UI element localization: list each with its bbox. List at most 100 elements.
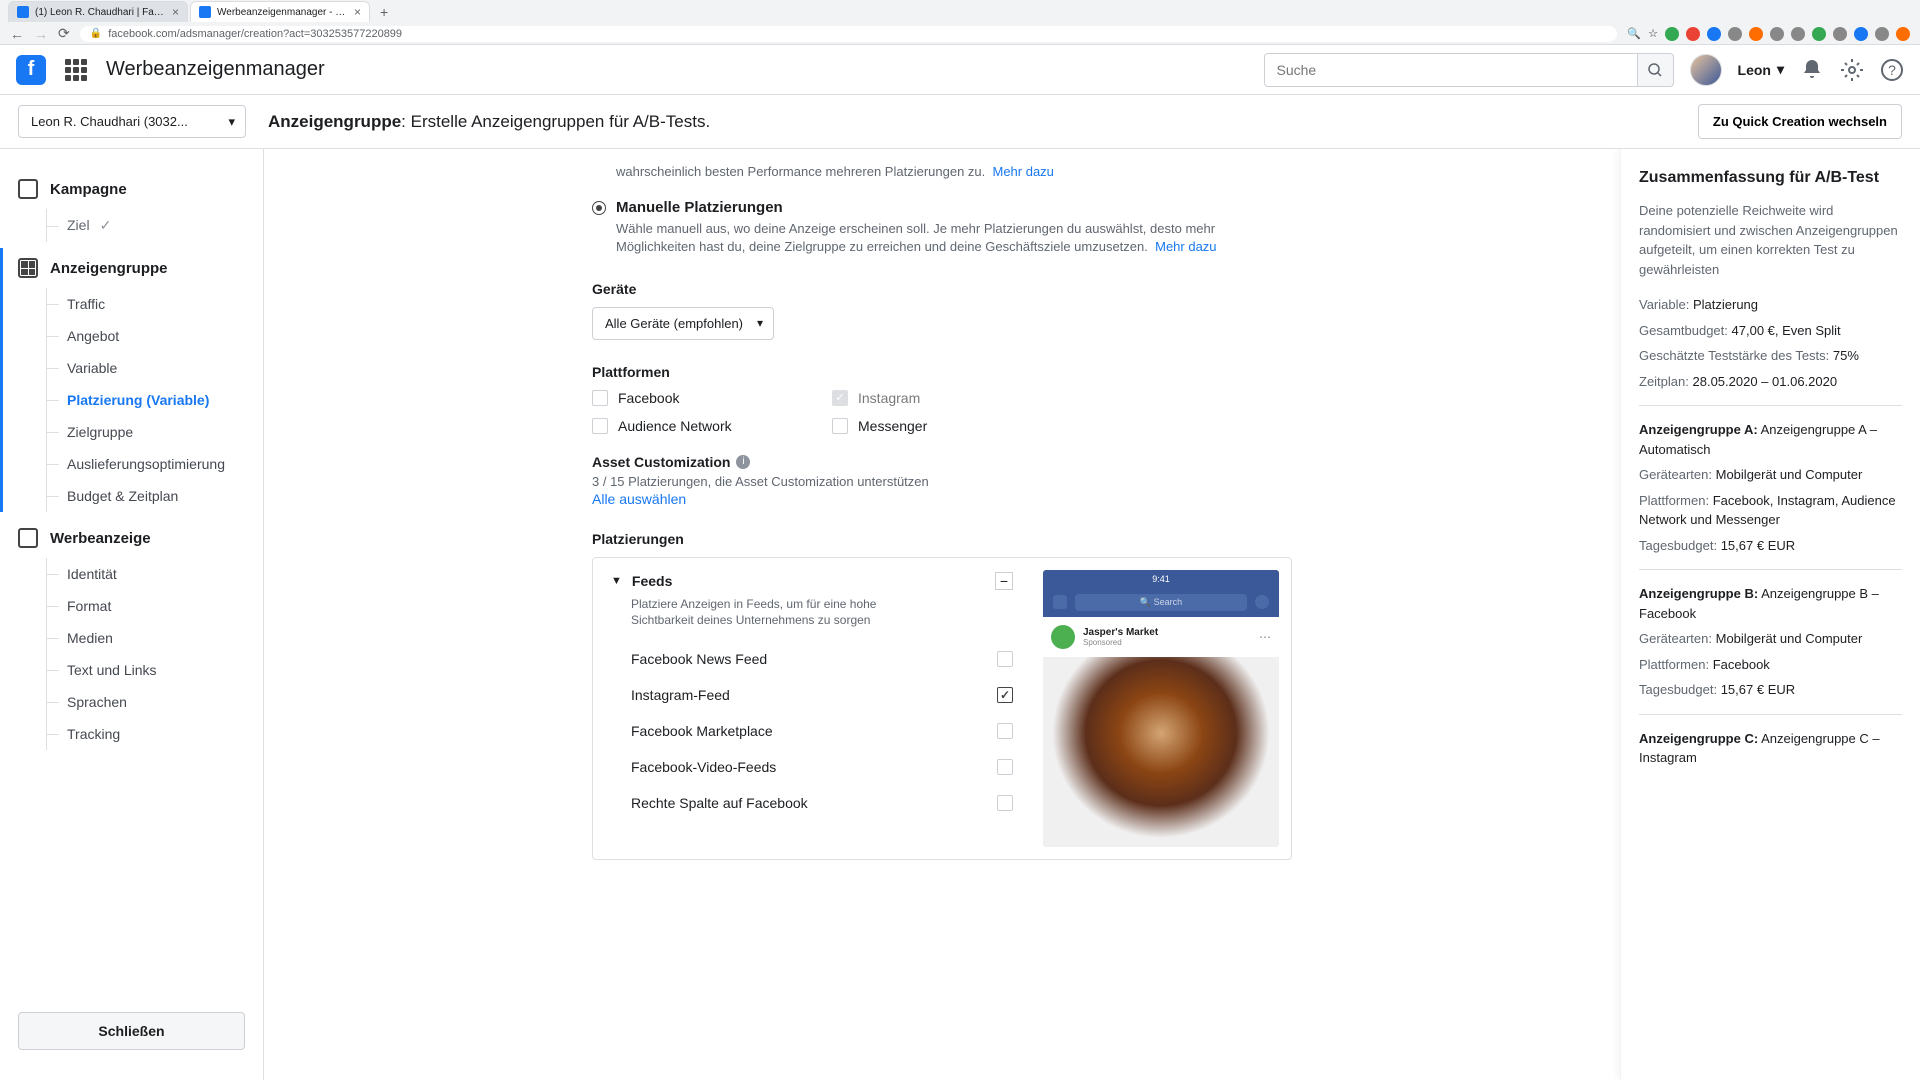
nav-label: Kampagne xyxy=(50,181,127,198)
nav-adset[interactable]: Anzeigengruppe xyxy=(18,248,245,288)
browser-chrome: (1) Leon R. Chaudhari | Facebo… × Werbea… xyxy=(0,0,1920,45)
extension-icon[interactable] xyxy=(1728,27,1742,41)
extension-icon[interactable] xyxy=(1707,27,1721,41)
feed-item-fb-news[interactable]: Facebook News Feed xyxy=(611,641,1013,677)
checkbox-icon xyxy=(592,390,608,406)
browser-tab[interactable]: (1) Leon R. Chaudhari | Facebo… × xyxy=(8,1,188,22)
nav-item-sprachen[interactable]: Sprachen xyxy=(47,686,245,718)
account-selector[interactable]: Leon R. Chaudhari (3032... xyxy=(18,105,246,138)
group-a-devices: Mobilgerät und Computer xyxy=(1716,467,1863,482)
devices-select[interactable]: Alle Geräte (empfohlen) xyxy=(592,307,774,340)
nav-item-variable[interactable]: Variable xyxy=(47,352,245,384)
user-menu[interactable]: Leon ▾ xyxy=(1738,61,1784,78)
extension-icon[interactable] xyxy=(1770,27,1784,41)
mehr-dazu-link[interactable]: Mehr dazu xyxy=(1155,239,1216,254)
extension-icon[interactable] xyxy=(1749,27,1763,41)
messenger-icon xyxy=(1255,595,1269,609)
nav-item-angebot[interactable]: Angebot xyxy=(47,320,245,352)
platform-audience-network[interactable]: Audience Network xyxy=(592,418,812,434)
nav-item-tracking[interactable]: Tracking xyxy=(47,718,245,750)
group-a-daily-label: Tagesbudget: xyxy=(1639,538,1717,553)
close-icon[interactable]: × xyxy=(172,5,179,19)
platform-label: Audience Network xyxy=(618,418,732,434)
facebook-logo-icon[interactable]: f xyxy=(16,55,46,85)
platform-instagram[interactable]: Instagram xyxy=(832,390,1052,406)
chevron-down-icon[interactable]: ▼ xyxy=(611,575,622,587)
divider xyxy=(1639,714,1902,715)
new-tab-button[interactable]: + xyxy=(372,2,396,22)
app-header: f Werbeanzeigenmanager Leon ▾ ? xyxy=(0,45,1920,95)
ad-preview: 9:41 🔍 Search Jasper's Market Spon xyxy=(1031,558,1291,859)
feed-item-right-column[interactable]: Rechte Spalte auf Facebook xyxy=(611,785,1013,821)
platform-facebook[interactable]: Facebook xyxy=(592,390,812,406)
nav-item-identitat[interactable]: Identität xyxy=(47,558,245,590)
search-button[interactable] xyxy=(1638,53,1674,87)
select-all-link[interactable]: Alle auswählen xyxy=(592,491,1292,507)
avatar[interactable] xyxy=(1690,54,1722,86)
nav-item-ziel[interactable]: Ziel xyxy=(47,209,245,242)
ad-image-preview xyxy=(1043,657,1279,847)
minus-icon[interactable]: − xyxy=(995,572,1013,590)
quick-creation-button[interactable]: Zu Quick Creation wechseln xyxy=(1698,104,1902,139)
nav-campaign[interactable]: Kampagne xyxy=(18,169,245,209)
feeds-title: Feeds xyxy=(632,573,672,589)
extension-icon[interactable] xyxy=(1875,27,1889,41)
platform-label: Facebook xyxy=(618,390,679,406)
mehr-dazu-link[interactable]: Mehr dazu xyxy=(992,164,1053,179)
nav-ad[interactable]: Werbeanzeige xyxy=(18,518,245,558)
svg-text:?: ? xyxy=(1888,62,1896,78)
main-content: wahrscheinlich besten Performance mehrer… xyxy=(264,149,1620,1080)
feed-item-video-feeds[interactable]: Facebook-Video-Feeds xyxy=(611,749,1013,785)
info-icon[interactable]: i xyxy=(736,455,750,469)
summary-testpower-value: 75% xyxy=(1833,348,1859,363)
help-icon[interactable]: ? xyxy=(1880,58,1904,82)
extension-icon[interactable] xyxy=(1896,27,1910,41)
summary-schedule-value: 28.05.2020 – 01.06.2020 xyxy=(1693,374,1838,389)
close-icon[interactable]: × xyxy=(354,5,361,19)
back-icon[interactable]: ← xyxy=(10,26,24,42)
extension-icon[interactable] xyxy=(1833,27,1847,41)
nav-item-text[interactable]: Text und Links xyxy=(47,654,245,686)
close-button[interactable]: Schließen xyxy=(18,1012,245,1050)
asset-customization-label: Asset Customization xyxy=(592,454,730,470)
extension-icon[interactable] xyxy=(1791,27,1805,41)
gear-icon[interactable] xyxy=(1840,58,1864,82)
address-bar[interactable]: 🔒 facebook.com/adsmanager/creation?act=3… xyxy=(80,26,1618,42)
nav-item-platzierung[interactable]: Platzierung (Variable) xyxy=(47,384,245,416)
browser-tab-active[interactable]: Werbeanzeigenmanager - Cre… × xyxy=(190,1,370,22)
checkbox-icon xyxy=(997,795,1013,811)
group-b-platforms: Facebook xyxy=(1713,657,1770,672)
lock-icon: 🔒 xyxy=(90,28,102,39)
apps-menu-icon[interactable] xyxy=(62,56,90,84)
extension-icon[interactable] xyxy=(1812,27,1826,41)
manual-desc: Wähle manuell aus, wo deine Anzeige ersc… xyxy=(616,221,1215,254)
extension-icon[interactable] xyxy=(1665,27,1679,41)
platform-messenger[interactable]: Messenger xyxy=(832,418,1052,434)
extension-icon[interactable] xyxy=(1854,27,1868,41)
nav-item-budget[interactable]: Budget & Zeitplan xyxy=(47,480,245,512)
placements-label: Platzierungen xyxy=(592,531,1292,547)
forward-icon[interactable]: → xyxy=(34,26,48,42)
checkbox-icon xyxy=(997,687,1013,703)
nav-item-traffic[interactable]: Traffic xyxy=(47,288,245,320)
checkbox-icon xyxy=(997,651,1013,667)
extension-icon[interactable] xyxy=(1686,27,1700,41)
brand-name: Jasper's Market xyxy=(1083,627,1158,638)
manual-placements-radio[interactable]: Manuelle Platzierungen xyxy=(592,199,1292,216)
feed-item-instagram[interactable]: Instagram-Feed xyxy=(611,677,1013,713)
search-input[interactable] xyxy=(1264,53,1638,87)
summary-variable-label: Variable: xyxy=(1639,297,1689,312)
reload-icon[interactable]: ⟳ xyxy=(58,25,70,42)
star-icon[interactable]: ☆ xyxy=(1648,27,1658,41)
nav-item-zielgruppe[interactable]: Zielgruppe xyxy=(47,416,245,448)
nav-item-medien[interactable]: Medien xyxy=(47,622,245,654)
bell-icon[interactable] xyxy=(1800,58,1824,82)
search-icon xyxy=(1647,62,1663,78)
zoom-icon[interactable]: 🔍 xyxy=(1627,27,1641,41)
nav-item-format[interactable]: Format xyxy=(47,590,245,622)
summary-testpower-label: Geschätzte Teststärke des Tests: xyxy=(1639,348,1829,363)
group-a-platforms-label: Plattformen: xyxy=(1639,493,1709,508)
nav-item-optimierung[interactable]: Auslieferungsoptimierung xyxy=(47,448,245,480)
summary-intro: Deine potenzielle Reichweite wird random… xyxy=(1639,201,1902,279)
feed-item-marketplace[interactable]: Facebook Marketplace xyxy=(611,713,1013,749)
